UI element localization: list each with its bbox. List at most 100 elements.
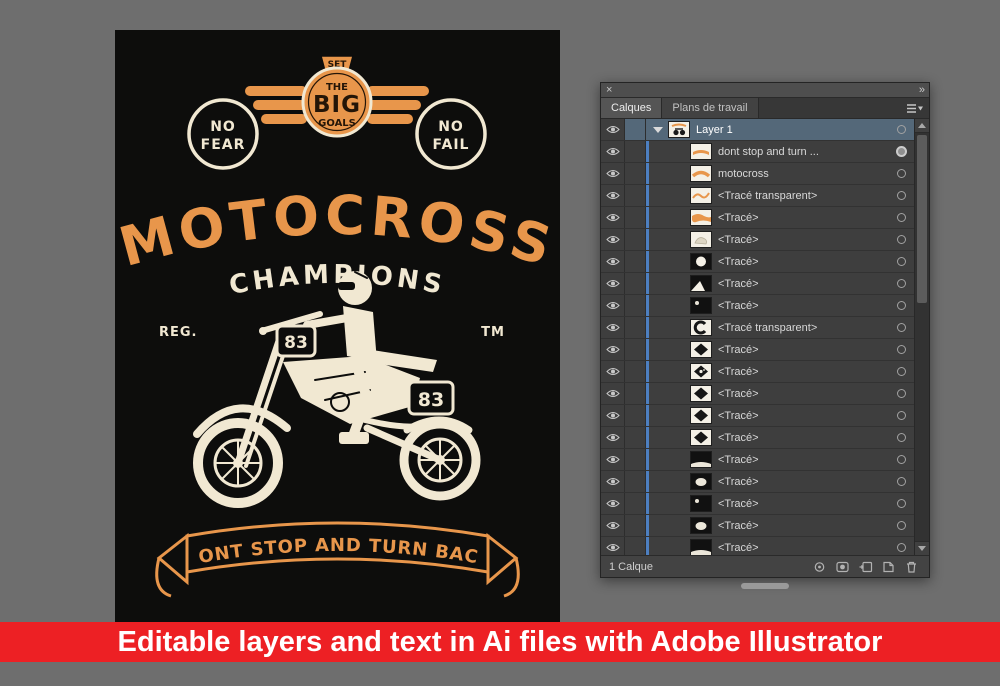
visibility-toggle[interactable] <box>601 515 625 536</box>
visibility-toggle[interactable] <box>601 537 625 555</box>
diamond-thumb[interactable] <box>691 430 711 445</box>
target-toggle[interactable] <box>888 449 914 470</box>
target-toggle[interactable] <box>888 537 914 555</box>
lock-toggle[interactable] <box>625 471 646 492</box>
layer-row[interactable]: dont stop and turn ... <box>601 141 914 163</box>
layer-row[interactable]: motocross <box>601 163 914 185</box>
visibility-toggle[interactable] <box>601 471 625 492</box>
diamond-thumb[interactable] <box>691 408 711 423</box>
layer-row[interactable]: <Tracé> <box>601 273 914 295</box>
layer-row[interactable]: <Tracé> <box>601 251 914 273</box>
diamond-thumb[interactable] <box>691 386 711 401</box>
visibility-toggle[interactable] <box>601 229 625 250</box>
panel-menu-icon[interactable] <box>900 98 929 118</box>
layer-row-main[interactable]: dont stop and turn ... <box>646 141 888 162</box>
layer-row-main[interactable]: <Tracé> <box>646 471 888 492</box>
layer-row-main[interactable]: <Tracé> <box>646 405 888 426</box>
layer-row-main[interactable]: <Tracé> <box>646 493 888 514</box>
visibility-toggle[interactable] <box>601 251 625 272</box>
target-toggle[interactable] <box>888 141 914 162</box>
target-toggle[interactable] <box>888 515 914 536</box>
layer-row-main[interactable]: <Tracé> <box>646 339 888 360</box>
layer-row-main[interactable]: <Tracé> <box>646 427 888 448</box>
poster-thumb[interactable] <box>669 122 689 137</box>
layer-row[interactable]: <Tracé> <box>601 229 914 251</box>
dark-speck-thumb[interactable] <box>691 298 711 313</box>
lock-toggle[interactable] <box>625 361 646 382</box>
visibility-toggle[interactable] <box>601 405 625 426</box>
layer-row[interactable]: <Tracé transparent> <box>601 185 914 207</box>
lock-toggle[interactable] <box>625 383 646 404</box>
layer-row[interactable]: <Tracé> <box>601 471 914 493</box>
visibility-toggle[interactable] <box>601 295 625 316</box>
lock-toggle[interactable] <box>625 185 646 206</box>
delete-icon[interactable] <box>904 560 919 574</box>
dark-speck-thumb[interactable] <box>691 496 711 511</box>
layer-row-main[interactable]: <Tracé> <box>646 361 888 382</box>
layer-row-main[interactable]: <Tracé> <box>646 251 888 272</box>
target-toggle[interactable] <box>888 405 914 426</box>
visibility-toggle[interactable] <box>601 449 625 470</box>
layer-row[interactable]: <Tracé> <box>601 427 914 449</box>
lock-toggle[interactable] <box>625 449 646 470</box>
lock-toggle[interactable] <box>625 141 646 162</box>
vertical-scrollbar[interactable] <box>914 119 929 555</box>
scroll-up-button[interactable] <box>915 119 929 133</box>
target-toggle[interactable] <box>888 163 914 184</box>
ribbon-thumb[interactable] <box>691 144 711 159</box>
close-icon[interactable]: × <box>606 85 612 95</box>
lock-toggle[interactable] <box>625 229 646 250</box>
layer-row[interactable]: <Tracé> <box>601 449 914 471</box>
target-toggle[interactable] <box>888 317 914 338</box>
layer-row-main[interactable]: <Tracé> <box>646 449 888 470</box>
lock-toggle[interactable] <box>625 427 646 448</box>
corner-shape-dark-thumb[interactable] <box>691 276 711 291</box>
white-circle-dark-thumb[interactable] <box>691 254 711 269</box>
visibility-toggle[interactable] <box>601 141 625 162</box>
visibility-toggle[interactable] <box>601 163 625 184</box>
lock-toggle[interactable] <box>625 515 646 536</box>
visibility-toggle[interactable] <box>601 493 625 514</box>
lock-toggle[interactable] <box>625 251 646 272</box>
light-shape-thumb[interactable] <box>691 232 711 247</box>
layer-row-main[interactable]: <Tracé transparent> <box>646 317 888 338</box>
target-toggle[interactable] <box>888 427 914 448</box>
squiggle-thumb[interactable] <box>691 188 711 203</box>
lock-toggle[interactable] <box>625 163 646 184</box>
layer-row-main[interactable]: <Tracé> <box>646 537 888 555</box>
visibility-toggle[interactable] <box>601 317 625 338</box>
layer-row-main[interactable]: Layer 1 <box>646 119 888 140</box>
dark-bottom-thumb[interactable] <box>691 540 711 555</box>
layer-row[interactable]: <Tracé> <box>601 383 914 405</box>
visibility-toggle[interactable] <box>601 207 625 228</box>
target-toggle[interactable] <box>888 339 914 360</box>
layer-row[interactable]: <Tracé transparent> <box>601 317 914 339</box>
target-toggle[interactable] <box>888 251 914 272</box>
white-blob-dark-thumb[interactable] <box>691 518 711 533</box>
diamond-thumb[interactable] <box>691 342 711 357</box>
layer-row-main[interactable]: <Tracé> <box>646 207 888 228</box>
layer-row[interactable]: <Tracé> <box>601 405 914 427</box>
layer-row[interactable]: Layer 1 <box>601 119 914 141</box>
panel-resize-grip[interactable] <box>741 583 789 589</box>
target-toggle[interactable] <box>888 383 914 404</box>
lock-toggle[interactable] <box>625 273 646 294</box>
layer-row-main[interactable]: <Tracé> <box>646 229 888 250</box>
new-sublayer-icon[interactable] <box>858 560 873 574</box>
layer-row-main[interactable]: motocross <box>646 163 888 184</box>
c-shape-thumb[interactable] <box>691 320 711 335</box>
layer-row[interactable]: <Tracé> <box>601 537 914 555</box>
scroll-down-button[interactable] <box>915 541 929 555</box>
white-blob-dark-thumb[interactable] <box>691 474 711 489</box>
diamond-dots-thumb[interactable] <box>691 364 711 379</box>
layer-row-main[interactable]: <Tracé transparent> <box>646 185 888 206</box>
visibility-toggle[interactable] <box>601 427 625 448</box>
visibility-toggle[interactable] <box>601 383 625 404</box>
tab-plans-de-travail[interactable]: Plans de travail <box>662 98 758 118</box>
visibility-toggle[interactable] <box>601 119 625 140</box>
target-toggle[interactable] <box>888 185 914 206</box>
target-toggle[interactable] <box>888 229 914 250</box>
visibility-toggle[interactable] <box>601 339 625 360</box>
tab-calques[interactable]: Calques <box>601 98 662 118</box>
lock-toggle[interactable] <box>625 317 646 338</box>
